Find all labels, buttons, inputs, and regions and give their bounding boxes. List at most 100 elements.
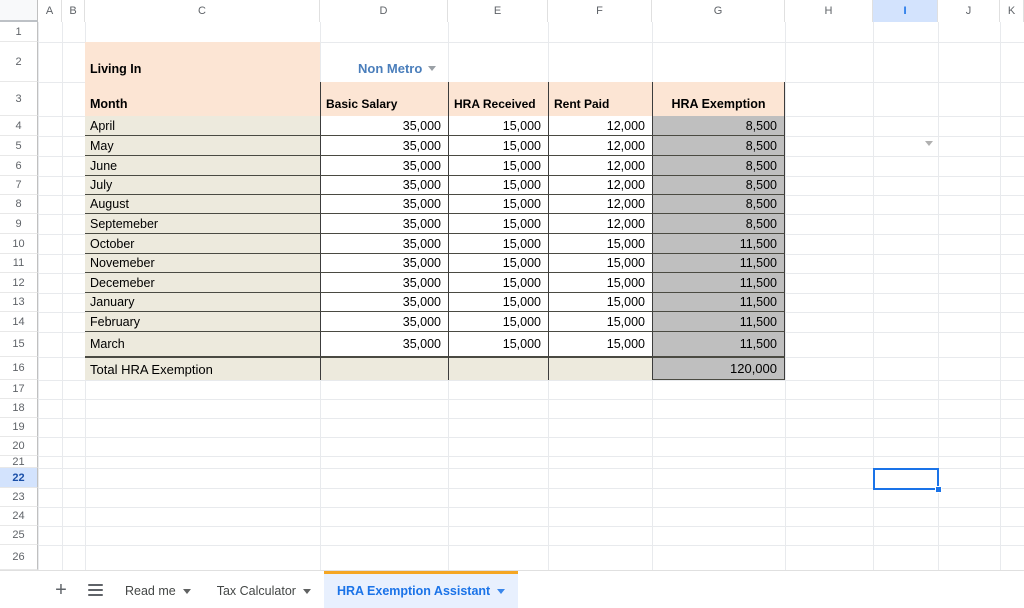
cell-rent-paid-5[interactable]: 12,000 [548,195,652,214]
cell-hra-exemption-3[interactable]: 8,500 [652,156,785,176]
sheet-tab-bar[interactable]: + Read me Tax Calculator HRA Exemption A… [0,570,1024,608]
sheet-tab-tax-calculator[interactable]: Tax Calculator [204,571,324,608]
cell-hra-received-2[interactable]: 15,000 [448,136,548,156]
column-header-strip[interactable]: A B C D E F G H I J K [0,0,1024,22]
row-header-10[interactable]: 10 [0,234,38,254]
row-header-22[interactable]: 22 [0,468,38,488]
cell-hra-received-4[interactable]: 15,000 [448,176,548,195]
row-header-6[interactable]: 6 [0,156,38,176]
column-header-d[interactable]: D [320,0,448,22]
cell-rent-paid-4[interactable]: 12,000 [548,176,652,195]
grid-area[interactable]: 1 2 3 4 5 6 7 8 9 10 11 12 13 14 15 16 17 18 19 20 21 22 23 24 2… [0,0,1024,570]
chevron-down-icon[interactable] [497,588,506,594]
cell-hra-exemption-7[interactable]: 11,500 [652,234,785,254]
living-in-dropdown[interactable]: Non Metro [352,58,437,78]
cell-basic-salary-3[interactable]: 35,000 [320,156,448,176]
cell-rent-paid-3[interactable]: 12,000 [548,156,652,176]
cell-hra-received-9[interactable]: 15,000 [448,273,548,293]
sheet-tab-hra-exemption-assistant[interactable]: HRA Exemption Assistant [323,570,519,608]
cell-hra-exemption-1[interactable]: 8,500 [652,116,785,136]
row-header-12[interactable]: 12 [0,273,38,293]
row-header-14[interactable]: 14 [0,312,38,332]
row-header-20[interactable]: 20 [0,437,38,456]
cell-month-2[interactable]: May [85,136,320,156]
cell-hra-exemption-6[interactable]: 8,500 [652,214,785,234]
cell-month-3[interactable]: June [85,156,320,176]
row-header-24[interactable]: 24 [0,507,38,526]
cell-hra-received-6[interactable]: 15,000 [448,214,548,234]
cell-basic-salary-7[interactable]: 35,000 [320,234,448,254]
cell-month-10[interactable]: January [85,293,320,312]
cell-basic-salary-1[interactable]: 35,000 [320,116,448,136]
row-header-19[interactable]: 19 [0,418,38,437]
cell-rent-paid-9[interactable]: 15,000 [548,273,652,293]
cell-basic-salary-11[interactable]: 35,000 [320,312,448,332]
cell-basic-salary-9[interactable]: 35,000 [320,273,448,293]
column-header-h[interactable]: H [785,0,873,22]
cell-hra-received-12[interactable]: 15,000 [448,332,548,357]
cell-month-6[interactable]: Septemeber [85,214,320,234]
cell-basic-salary-10[interactable]: 35,000 [320,293,448,312]
cell-rent-paid-6[interactable]: 12,000 [548,214,652,234]
column-header-f[interactable]: F [548,0,652,22]
row-header-18[interactable]: 18 [0,399,38,418]
row-header-11[interactable]: 11 [0,254,38,273]
cell-month-4[interactable]: July [85,176,320,195]
cell-month-11[interactable]: February [85,312,320,332]
chevron-down-icon[interactable] [302,588,311,594]
column-header-i[interactable]: I [873,0,938,22]
column-header-b[interactable]: B [62,0,85,22]
column-header-a[interactable]: A [38,0,62,22]
row-header-25[interactable]: 25 [0,526,38,545]
cell-rent-paid-1[interactable]: 12,000 [548,116,652,136]
chevron-down-icon[interactable] [182,588,191,594]
cell-hra-received-10[interactable]: 15,000 [448,293,548,312]
cell-month-7[interactable]: October [85,234,320,254]
row-header-23[interactable]: 23 [0,488,38,507]
row-header-2[interactable]: 2 [0,42,38,82]
cell-hra-received-3[interactable]: 15,000 [448,156,548,176]
cell-month-1[interactable]: April [85,116,320,136]
row-header-26[interactable]: 26 [0,545,38,570]
row-header-4[interactable]: 4 [0,116,38,136]
column-header-k[interactable]: K [1000,0,1024,22]
row-header-15[interactable]: 15 [0,332,38,357]
filter-dropdown-icon[interactable] [925,141,933,146]
cell-basic-salary-4[interactable]: 35,000 [320,176,448,195]
cell-basic-salary-6[interactable]: 35,000 [320,214,448,234]
cell-hra-exemption-2[interactable]: 8,500 [652,136,785,156]
cell-rent-paid-10[interactable]: 15,000 [548,293,652,312]
cell-month-12[interactable]: March [85,332,320,357]
row-header-8[interactable]: 8 [0,195,38,214]
cell-hra-received-5[interactable]: 15,000 [448,195,548,214]
row-header-17[interactable]: 17 [0,380,38,399]
row-header-3[interactable]: 3 [0,82,38,116]
cell-hra-received-7[interactable]: 15,000 [448,234,548,254]
cell-hra-exemption-5[interactable]: 8,500 [652,195,785,214]
cell-month-8[interactable]: Novemeber [85,254,320,273]
fill-handle[interactable] [935,486,942,493]
add-sheet-button[interactable]: + [44,573,78,607]
cell-hra-exemption-10[interactable]: 11,500 [652,293,785,312]
all-sheets-button[interactable] [78,573,112,607]
cell-hra-exemption-12[interactable]: 11,500 [652,332,785,357]
select-all-corner[interactable] [0,0,38,22]
row-header-5[interactable]: 5 [0,136,38,156]
cell-hra-received-11[interactable]: 15,000 [448,312,548,332]
row-header-1[interactable]: 1 [0,22,38,42]
cell-hra-exemption-11[interactable]: 11,500 [652,312,785,332]
cell-rent-paid-7[interactable]: 15,000 [548,234,652,254]
cell-rent-paid-2[interactable]: 12,000 [548,136,652,156]
cell-rent-paid-12[interactable]: 15,000 [548,332,652,357]
column-header-g[interactable]: G [652,0,785,22]
column-header-c[interactable]: C [85,0,320,22]
cell-hra-received-8[interactable]: 15,000 [448,254,548,273]
cell-basic-salary-8[interactable]: 35,000 [320,254,448,273]
cell-hra-received-1[interactable]: 15,000 [448,116,548,136]
cell-basic-salary-12[interactable]: 35,000 [320,332,448,357]
row-header-16[interactable]: 16 [0,357,38,380]
column-header-e[interactable]: E [448,0,548,22]
cell-rent-paid-11[interactable]: 15,000 [548,312,652,332]
cell-basic-salary-5[interactable]: 35,000 [320,195,448,214]
row-header-9[interactable]: 9 [0,214,38,234]
